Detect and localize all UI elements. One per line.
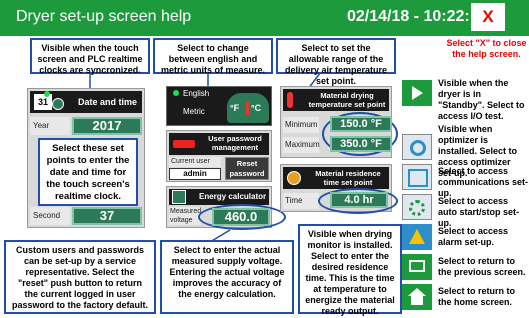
auto-start-button[interactable] (402, 194, 432, 220)
page-title: Dryer set-up screen help (16, 8, 192, 25)
key-icon (173, 140, 195, 148)
close-tip: Select "X" to close the help screen. (446, 38, 527, 59)
home-icon-base (411, 296, 423, 305)
second-input[interactable]: 37 (72, 207, 142, 225)
callout-users: Custom users and passwords can be set-up… (4, 240, 156, 314)
year-input[interactable]: 2017 (72, 117, 142, 135)
home-button[interactable] (402, 284, 432, 310)
callout-allowable: Select to set the allowable range of the… (276, 38, 396, 86)
reset-password-button[interactable]: Reset password (225, 157, 269, 180)
voltage-input[interactable]: 460.0 (212, 208, 270, 226)
metric-label: Metric (183, 107, 205, 116)
header-bar: Dryer set-up screen help 02/14/18 - 10:2… (0, 0, 529, 36)
gear-icon (409, 200, 425, 216)
clock-icon (52, 98, 64, 110)
year-label: Year (30, 117, 70, 135)
maximum-label: Maximum (283, 137, 320, 153)
help-io-test: Visible when the dryer is in "Standby". … (438, 78, 525, 121)
communications-button[interactable] (402, 164, 432, 190)
home-icon (408, 288, 426, 296)
units-panel: English Metric °F °C (166, 86, 272, 126)
fahrenheit-label: °F (230, 103, 240, 113)
thermometer-icon (246, 101, 249, 115)
minimum-input[interactable]: 150.0 °F (330, 116, 392, 132)
sync-indicator-icon (44, 91, 50, 97)
current-user-label: Current user (169, 157, 221, 167)
close-button[interactable]: X (470, 2, 506, 32)
help-previous: Select to return to the previous screen. (438, 256, 526, 277)
network-icon (408, 169, 428, 187)
datetime-display: 02/14/18 - 10:22:32 (347, 8, 488, 25)
callout-sync: Visible when the touch screen and PLC re… (30, 38, 150, 75)
help-home: Select to return to the home screen. (438, 286, 516, 307)
energy-header: Energy calculator (169, 189, 269, 205)
callout-units: Select to change between english and met… (153, 38, 273, 75)
callout-voltage: Select to enter the actual measured supp… (160, 240, 294, 314)
material-temp-title: Material drying temperature set point (308, 91, 386, 109)
celsius-label: °C (251, 103, 262, 113)
residence-header: Material residence time set point (283, 167, 389, 189)
alarm-button[interactable] (402, 224, 432, 250)
user-password-header: User password management (169, 133, 269, 155)
time-input[interactable]: 4.0 hr (330, 192, 388, 208)
callout-residence: Visible when drying monitor is installed… (298, 224, 402, 316)
play-icon (412, 86, 423, 100)
time-label: Time (283, 193, 319, 209)
callout-datetime: Select these set points to enter the dat… (38, 138, 138, 206)
io-test-button[interactable] (402, 80, 432, 106)
timer-icon (287, 171, 301, 185)
minimum-label: Minimum (283, 117, 319, 133)
maximum-input[interactable]: 350.0 °F (330, 136, 392, 152)
date-time-header: 31 Date and time (30, 91, 142, 113)
user-password-panel: User password management Current user ad… (166, 130, 272, 182)
previous-screen-button[interactable] (402, 254, 432, 280)
help-communications: Select to access communications set-up. (438, 166, 529, 198)
refresh-icon (410, 140, 426, 156)
thermometer-icon (287, 92, 293, 108)
second-label: Second (30, 207, 70, 225)
optimizer-button[interactable] (402, 134, 432, 160)
material-temp-header: Material drying temperature set point (283, 89, 389, 111)
calculator-icon (172, 190, 186, 204)
energy-title: Energy calculator (199, 192, 267, 201)
alarm-icon (409, 229, 425, 244)
help-alarm: Select to access alarm set-up. (438, 226, 509, 247)
current-user-value: admin (169, 168, 221, 180)
date-time-title: Date and time (78, 97, 138, 107)
calendar-icon: 31 (34, 94, 52, 110)
english-label: English (183, 89, 210, 98)
help-auto-start: Select to access auto start/stop set-up. (438, 196, 520, 228)
english-indicator-icon (173, 90, 179, 96)
residence-title: Material residence time set point (315, 169, 381, 187)
units-toggle[interactable]: °F °C (227, 93, 269, 123)
voltage-label: Measured voltage (169, 207, 202, 225)
user-password-title: User password management (208, 134, 262, 152)
previous-screen-icon (409, 260, 425, 272)
